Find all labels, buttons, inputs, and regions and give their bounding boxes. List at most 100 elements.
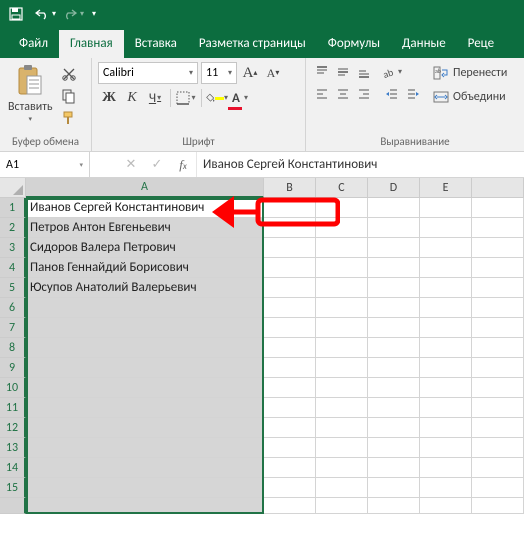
- tab-review[interactable]: Реце: [457, 30, 505, 58]
- cell[interactable]: [26, 398, 264, 418]
- borders-button[interactable]: ▾: [175, 87, 197, 109]
- column-header[interactable]: E: [420, 178, 472, 198]
- cell[interactable]: [472, 498, 524, 514]
- cell[interactable]: [316, 198, 368, 218]
- tab-formulas[interactable]: Формулы: [317, 30, 391, 58]
- cell[interactable]: [420, 418, 472, 438]
- cell[interactable]: [264, 498, 316, 514]
- undo-dropdown-icon[interactable]: ▾: [52, 9, 56, 19]
- underline-button[interactable]: Ч▾: [144, 87, 166, 109]
- cell[interactable]: [420, 498, 472, 514]
- column-header[interactable]: D: [368, 178, 420, 198]
- cell[interactable]: [368, 298, 420, 318]
- format-painter-button[interactable]: [59, 108, 79, 128]
- orientation-button[interactable]: ab▾: [382, 62, 402, 82]
- formula-bar[interactable]: Иванов Сергей Константинович: [196, 152, 524, 177]
- cell[interactable]: [264, 418, 316, 438]
- row-header[interactable]: 13: [0, 438, 26, 458]
- cell[interactable]: [420, 258, 472, 278]
- increase-indent-button[interactable]: [403, 84, 423, 104]
- cell[interactable]: [472, 378, 524, 398]
- cell[interactable]: [316, 478, 368, 498]
- align-right-button[interactable]: [354, 84, 374, 104]
- cut-button[interactable]: [59, 64, 79, 84]
- insert-function-button[interactable]: fx: [170, 152, 196, 177]
- cell[interactable]: [368, 198, 420, 218]
- cell[interactable]: [472, 438, 524, 458]
- cell[interactable]: [368, 358, 420, 378]
- cell[interactable]: [316, 378, 368, 398]
- cell[interactable]: [26, 378, 264, 398]
- cell[interactable]: [26, 478, 264, 498]
- cell[interactable]: [316, 498, 368, 514]
- cell[interactable]: [264, 278, 316, 298]
- undo-button[interactable]: [30, 2, 54, 26]
- tab-insert[interactable]: Вставка: [124, 30, 188, 58]
- cell[interactable]: [316, 418, 368, 438]
- cell[interactable]: [368, 318, 420, 338]
- row-header[interactable]: 10: [0, 378, 26, 398]
- align-left-button[interactable]: [312, 84, 332, 104]
- cell[interactable]: [368, 478, 420, 498]
- align-top-button[interactable]: [312, 62, 332, 82]
- cell[interactable]: [316, 318, 368, 338]
- cell[interactable]: [316, 238, 368, 258]
- cell[interactable]: [472, 398, 524, 418]
- cell[interactable]: [420, 318, 472, 338]
- cell[interactable]: [420, 478, 472, 498]
- row-header[interactable]: 9: [0, 358, 26, 378]
- decrease-font-button[interactable]: A▾: [263, 62, 283, 84]
- font-name-combo[interactable]: Calibri▾: [98, 62, 198, 84]
- cell[interactable]: [26, 338, 264, 358]
- cell[interactable]: [264, 258, 316, 278]
- row-header[interactable]: [0, 498, 26, 514]
- tab-file[interactable]: Файл: [8, 30, 59, 58]
- tab-pagelayout[interactable]: Разметка страницы: [188, 30, 317, 58]
- cell[interactable]: [264, 198, 316, 218]
- redo-dropdown-icon[interactable]: ▾: [80, 9, 84, 19]
- cell[interactable]: [316, 458, 368, 478]
- row-header[interactable]: 11: [0, 398, 26, 418]
- column-header[interactable]: [472, 178, 524, 198]
- tab-home[interactable]: Главная: [59, 30, 124, 58]
- row-header[interactable]: 2: [0, 218, 26, 238]
- cell[interactable]: Панов Геннайдий Борисович: [26, 258, 264, 278]
- cell[interactable]: [26, 498, 264, 514]
- cell[interactable]: [420, 398, 472, 418]
- cell[interactable]: [316, 278, 368, 298]
- cell[interactable]: [316, 438, 368, 458]
- cell[interactable]: [368, 398, 420, 418]
- cell[interactable]: [26, 358, 264, 378]
- row-header[interactable]: 5: [0, 278, 26, 298]
- row-header[interactable]: 1: [0, 198, 26, 218]
- cell[interactable]: [420, 358, 472, 378]
- font-color-button[interactable]: A▾: [229, 87, 251, 109]
- row-header[interactable]: 8: [0, 338, 26, 358]
- fill-color-button[interactable]: ▾: [206, 87, 228, 109]
- cell[interactable]: [316, 298, 368, 318]
- cell[interactable]: [264, 458, 316, 478]
- row-header[interactable]: 4: [0, 258, 26, 278]
- bold-button[interactable]: Ж: [98, 87, 120, 109]
- wrap-text-button[interactable]: abПеренести: [433, 62, 507, 84]
- cell[interactable]: [472, 238, 524, 258]
- qat-customize-icon[interactable]: ▾: [92, 9, 96, 19]
- cell[interactable]: [472, 298, 524, 318]
- cell[interactable]: [472, 258, 524, 278]
- cell[interactable]: [316, 258, 368, 278]
- cell[interactable]: [368, 238, 420, 258]
- cell[interactable]: [420, 218, 472, 238]
- paste-button[interactable]: Вставить ▾: [6, 62, 55, 133]
- cell[interactable]: [472, 458, 524, 478]
- cell[interactable]: [472, 318, 524, 338]
- cell[interactable]: [316, 338, 368, 358]
- merge-cells-button[interactable]: Объедини: [433, 86, 507, 108]
- row-header[interactable]: 12: [0, 418, 26, 438]
- cell[interactable]: [264, 478, 316, 498]
- cell[interactable]: Петров Антон Евгеньевич: [26, 218, 264, 238]
- cell[interactable]: [26, 298, 264, 318]
- italic-button[interactable]: К: [121, 87, 143, 109]
- cell[interactable]: [316, 398, 368, 418]
- cell[interactable]: [420, 458, 472, 478]
- save-button[interactable]: [4, 2, 28, 26]
